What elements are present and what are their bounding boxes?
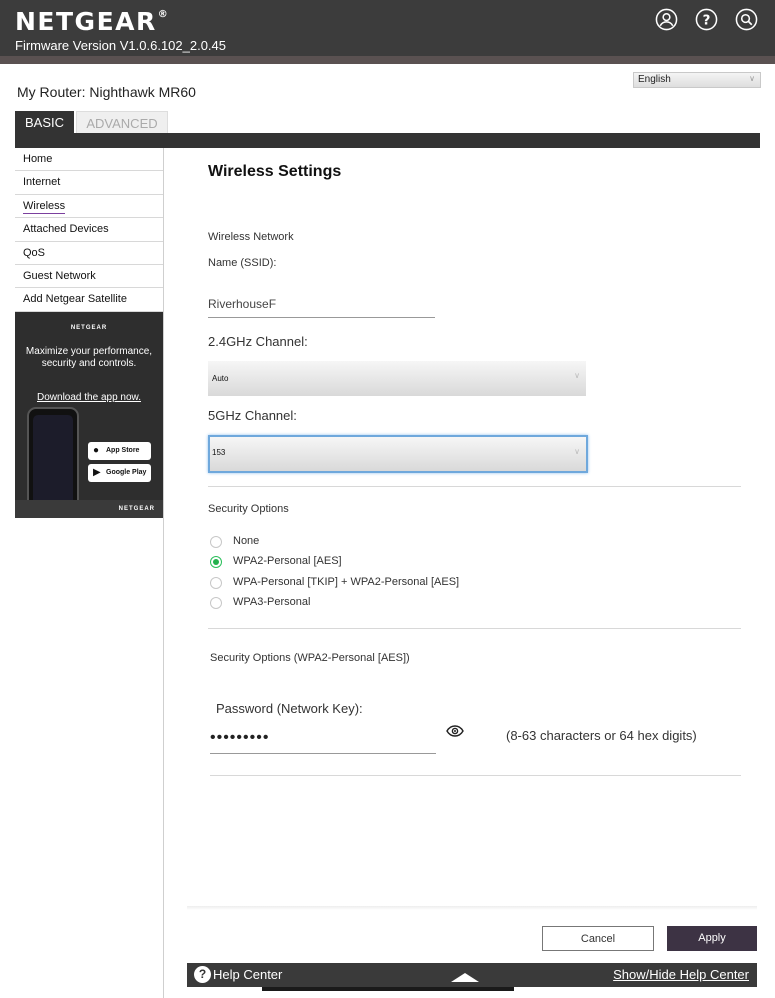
sidebar-divider (163, 148, 164, 998)
show-hide-help-link[interactable]: Show/Hide Help Center (613, 967, 749, 982)
channel-24-label: 2.4GHz Channel: (208, 334, 308, 349)
google-play-badge[interactable]: ▶ Google Play (88, 464, 151, 482)
channel-5-label: 5GHz Channel: (208, 408, 297, 423)
ssid-input[interactable] (208, 291, 435, 318)
chevron-down-icon: ∨ (749, 74, 755, 83)
radio-button[interactable] (210, 577, 222, 589)
language-value: English (638, 74, 671, 85)
firmware-version: Firmware Version V1.0.6.102_2.0.45 (15, 38, 227, 53)
app-store-badge[interactable]: ● App Store (88, 442, 151, 460)
promo-brand: NETGEAR (70, 325, 108, 331)
promo-text: Maximize your performance, security and … (25, 346, 153, 369)
netgear-logo: NETGEAR® (15, 7, 170, 36)
radio-button[interactable] (210, 536, 222, 548)
channel-24-select[interactable]: Auto ∨ (208, 361, 586, 396)
channel-24-value: Auto (212, 374, 229, 383)
tab-advanced[interactable]: ADVANCED (76, 111, 168, 133)
tab-bar (15, 133, 760, 148)
sidebar-item-attached-devices[interactable]: Attached Devices (15, 218, 163, 242)
channel-5-value: 153 (212, 448, 226, 457)
search-icon[interactable] (735, 8, 758, 31)
play-icon: ▶ (93, 467, 101, 478)
sidebar-item-wireless[interactable]: Wireless (15, 195, 163, 219)
apple-icon: ● (93, 445, 100, 456)
sidebar-item-home[interactable]: Home (15, 148, 163, 172)
radio-button[interactable] (210, 597, 222, 609)
chevron-up-icon[interactable] (451, 973, 479, 982)
sidebar-item-qos[interactable]: QoS (15, 242, 163, 265)
sidebar-item-guest-network[interactable]: Guest Network (15, 265, 163, 289)
sidebar-nav: Home Internet Wireless Attached Devices … (15, 148, 163, 312)
security-options-heading: Security Options (208, 503, 289, 515)
divider (208, 486, 741, 487)
channel-5-select[interactable]: 153 ∨ (208, 435, 588, 473)
help-circle-icon: ? (194, 966, 211, 983)
help-icon[interactable]: ? (695, 8, 718, 31)
help-center-label[interactable]: Help Center (213, 967, 282, 982)
footer-separator (187, 906, 757, 910)
sidebar-item-add-satellite[interactable]: Add Netgear Satellite (15, 288, 163, 312)
password-label: Password (Network Key): (216, 701, 363, 716)
promo-download-link[interactable]: Download the app now. (15, 392, 163, 403)
tab-basic[interactable]: BASIC (15, 111, 74, 133)
security-detail-heading: Security Options (WPA2-Personal [AES]) (210, 652, 410, 664)
chevron-down-icon: ∨ (574, 447, 580, 456)
cancel-button[interactable]: Cancel (542, 926, 654, 951)
user-icon[interactable] (655, 8, 678, 31)
page-title: Wireless Settings (208, 163, 342, 180)
help-panel-handle (262, 987, 514, 991)
divider (210, 775, 741, 776)
chevron-down-icon: ∨ (574, 371, 580, 380)
router-label: My Router: Nighthawk MR60 (17, 84, 196, 100)
divider (208, 628, 741, 629)
password-hint: (8-63 characters or 64 hex digits) (506, 728, 697, 743)
app-promo-banner[interactable]: NETGEAR Maximize your performance, secur… (15, 312, 163, 518)
radio-button-checked[interactable] (210, 556, 222, 568)
language-select[interactable]: English ∨ (633, 72, 761, 88)
svg-text:?: ? (703, 13, 711, 28)
sidebar-item-internet[interactable]: Internet (15, 171, 163, 195)
apply-button[interactable]: Apply (667, 926, 757, 951)
wireless-network-heading: Wireless Network (208, 231, 294, 243)
eye-icon[interactable] (446, 724, 464, 738)
ssid-label: Name (SSID): (208, 257, 277, 269)
help-center-bar: ? Help Center Show/Hide Help Center (187, 963, 757, 987)
password-input[interactable]: ••••••••• (210, 726, 436, 754)
promo-footer-brand: NETGEAR (118, 506, 155, 512)
header-strip (0, 56, 775, 64)
top-header: NETGEAR® Firmware Version V1.0.6.102_2.0… (0, 0, 775, 56)
